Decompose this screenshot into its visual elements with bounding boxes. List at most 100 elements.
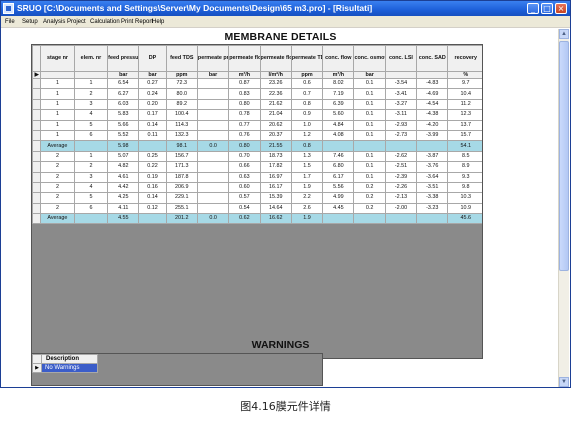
table-cell[interactable] xyxy=(384,213,418,225)
table-row[interactable]: 1 1 6.54 0.27 72.3 0.87 23.26 0.6 8.02 0.1 -3.54 -4… xyxy=(32,77,482,90)
table-cell[interactable]: 0.80 xyxy=(228,140,261,152)
table-cell[interactable]: 0.1 xyxy=(353,77,386,90)
table-cell[interactable]: 9.3 xyxy=(447,171,482,183)
table-cell[interactable]: 0.8 xyxy=(290,98,324,111)
scroll-down-arrow-icon[interactable]: ▼ xyxy=(559,377,569,387)
table-cell[interactable]: 5 xyxy=(73,192,109,204)
table-cell[interactable]: 8.5 xyxy=(447,150,482,163)
menu-print-report[interactable]: Print Report xyxy=(121,17,153,27)
table-cell[interactable]: 187.8 xyxy=(165,171,198,183)
table-cell[interactable]: 15.39 xyxy=(259,192,292,204)
table-cell[interactable]: 54.1 xyxy=(447,140,482,152)
column-header[interactable]: elem. nr xyxy=(73,45,109,72)
table-cell[interactable]: 16.62 xyxy=(259,213,292,225)
table-row[interactable]: 2 2 4.82 0.22 171.3 0.66 17.82 1.5 6.80 0.1 -2.51-… xyxy=(32,161,482,173)
table-row[interactable]: 1 4 5.83 0.17 100.4 0.78 21.04 0.9 5.60 0.1 -3.11-… xyxy=(32,109,482,121)
table-cell[interactable] xyxy=(196,119,230,131)
table-cell[interactable]: 7.46 xyxy=(322,150,355,163)
table-row[interactable]: 2 3 4.61 0.19 187.8 0.63 16.97 1.7 6.17 0.1 -2.39-… xyxy=(32,171,482,183)
table-cell[interactable]: 4.55 xyxy=(107,213,140,225)
table-cell[interactable]: -3.99 xyxy=(416,129,449,142)
table-cell[interactable]: 0.0 xyxy=(196,213,230,225)
table-cell[interactable]: -3.64 xyxy=(416,171,449,183)
table-cell[interactable]: 1 xyxy=(40,119,75,131)
table-cell[interactable]: 6.27 xyxy=(107,88,140,100)
scroll-up-arrow-icon[interactable]: ▲ xyxy=(559,29,569,39)
table-cell[interactable]: 0.80 xyxy=(228,98,261,111)
table-cell[interactable]: 0.9 xyxy=(290,109,324,121)
table-cell[interactable]: 9.7 xyxy=(447,77,482,90)
table-cell[interactable]: 13.7 xyxy=(447,119,482,131)
table-cell[interactable]: 0.22 xyxy=(138,161,167,173)
row-indicator[interactable] xyxy=(32,213,42,225)
warnings-grid[interactable]: Description ▶ No Warnings xyxy=(31,353,323,386)
table-cell[interactable]: 10.4 xyxy=(447,88,482,100)
table-cell[interactable]: 3 xyxy=(73,171,109,183)
minimize-button[interactable]: _ xyxy=(527,3,539,14)
column-header[interactable]: permeate flow xyxy=(228,45,261,72)
table-cell[interactable]: 4.82 xyxy=(107,161,140,173)
table-cell[interactable] xyxy=(196,88,230,100)
table-cell[interactable]: 5.98 xyxy=(107,140,140,152)
average-row[interactable]: Average 4.55 201.2 0.0 0.62 16.62 1.9 45.6 xyxy=(32,213,482,225)
table-row[interactable]: 1 5 5.66 0.14 114.3 0.77 20.62 1.0 4.84 0.1 -2.93-… xyxy=(32,119,482,131)
table-cell[interactable] xyxy=(138,140,167,152)
table-cell[interactable] xyxy=(73,213,109,225)
table-cell[interactable]: -3.87 xyxy=(416,150,449,163)
table-cell[interactable]: 6 xyxy=(73,202,109,215)
table-cell[interactable]: 1 xyxy=(40,77,75,90)
table-cell[interactable]: 20.37 xyxy=(259,129,292,142)
table-cell[interactable]: 8.02 xyxy=(322,77,355,90)
table-row[interactable]: 2 5 4.25 0.14 229.1 0.57 15.39 2.2 4.99 0.2 -2.13-… xyxy=(32,192,482,204)
average-label[interactable]: Average xyxy=(40,213,75,225)
close-button[interactable]: × xyxy=(555,3,567,14)
table-cell[interactable]: 0.14 xyxy=(138,119,167,131)
table-cell[interactable]: 0.66 xyxy=(228,161,261,173)
table-cell[interactable]: 4.08 xyxy=(322,129,355,142)
table-cell[interactable]: 4.42 xyxy=(107,181,140,194)
table-cell[interactable]: 98.1 xyxy=(165,140,198,152)
table-cell[interactable]: 2.6 xyxy=(290,202,324,215)
table-cell[interactable]: 0.1 xyxy=(353,109,386,121)
table-cell[interactable]: 1.9 xyxy=(290,181,324,194)
average-row[interactable]: Average 5.98 98.1 0.0 0.80 21.55 0.8 54.1 xyxy=(32,140,482,152)
table-cell[interactable]: 21.62 xyxy=(259,98,292,111)
table-cell[interactable]: 0.62 xyxy=(228,213,261,225)
table-cell[interactable]: 156.7 xyxy=(165,150,198,163)
menu-setup[interactable]: Setup xyxy=(22,17,38,27)
table-cell[interactable]: -2.51 xyxy=(384,161,418,173)
column-header[interactable]: recovery xyxy=(447,45,482,72)
table-cell[interactable]: -2.62 xyxy=(384,150,418,163)
table-row[interactable]: 1 3 6.03 0.20 89.2 0.80 21.62 0.8 6.39 0.1 -3.27 -4… xyxy=(32,98,482,111)
table-cell[interactable]: 21.04 xyxy=(259,109,292,121)
scrollbar-thumb[interactable] xyxy=(559,41,569,271)
table-cell[interactable]: 1 xyxy=(40,98,75,111)
table-cell[interactable] xyxy=(384,140,418,152)
row-indicator[interactable] xyxy=(32,161,42,173)
table-cell[interactable]: 8.9 xyxy=(447,161,482,173)
table-cell[interactable]: 0.1 xyxy=(353,119,386,131)
row-indicator[interactable] xyxy=(32,171,42,183)
table-cell[interactable]: 10.9 xyxy=(447,202,482,215)
table-cell[interactable]: 0.76 xyxy=(228,129,261,142)
table-cell[interactable]: 4.61 xyxy=(107,171,140,183)
table-row[interactable]: 1 6 5.52 0.11 132.3 0.76 20.37 1.2 4.08 0.1 -2.73-… xyxy=(32,129,482,142)
table-cell[interactable] xyxy=(196,181,230,194)
table-row[interactable]: 2 1 5.07 0.25 156.7 0.70 18.73 1.3 7.46 0.1 -2.62-… xyxy=(32,150,482,163)
table-cell[interactable]: 18.73 xyxy=(259,150,292,163)
table-cell[interactable]: 16.17 xyxy=(259,181,292,194)
table-cell[interactable]: 0.1 xyxy=(353,171,386,183)
table-cell[interactable]: 0.1 xyxy=(353,88,386,100)
table-row[interactable]: 1 2 6.27 0.24 80.0 0.83 22.36 0.7 7.19 0.1 -3.41 -4… xyxy=(32,88,482,100)
table-cell[interactable]: 6.17 xyxy=(322,171,355,183)
column-header[interactable]: stage nr xyxy=(40,45,75,72)
table-cell[interactable]: 0.1 xyxy=(353,98,386,111)
table-cell[interactable] xyxy=(196,192,230,204)
table-cell[interactable]: 5.07 xyxy=(107,150,140,163)
table-cell[interactable] xyxy=(416,213,449,225)
table-cell[interactable]: 11.2 xyxy=(447,98,482,111)
title-bar[interactable]: SRUO [C:\Documents and Settings\Server\M… xyxy=(1,1,570,16)
table-cell[interactable]: 20.62 xyxy=(259,119,292,131)
column-header[interactable]: DP xyxy=(138,45,167,72)
table-cell[interactable]: 15.7 xyxy=(447,129,482,142)
